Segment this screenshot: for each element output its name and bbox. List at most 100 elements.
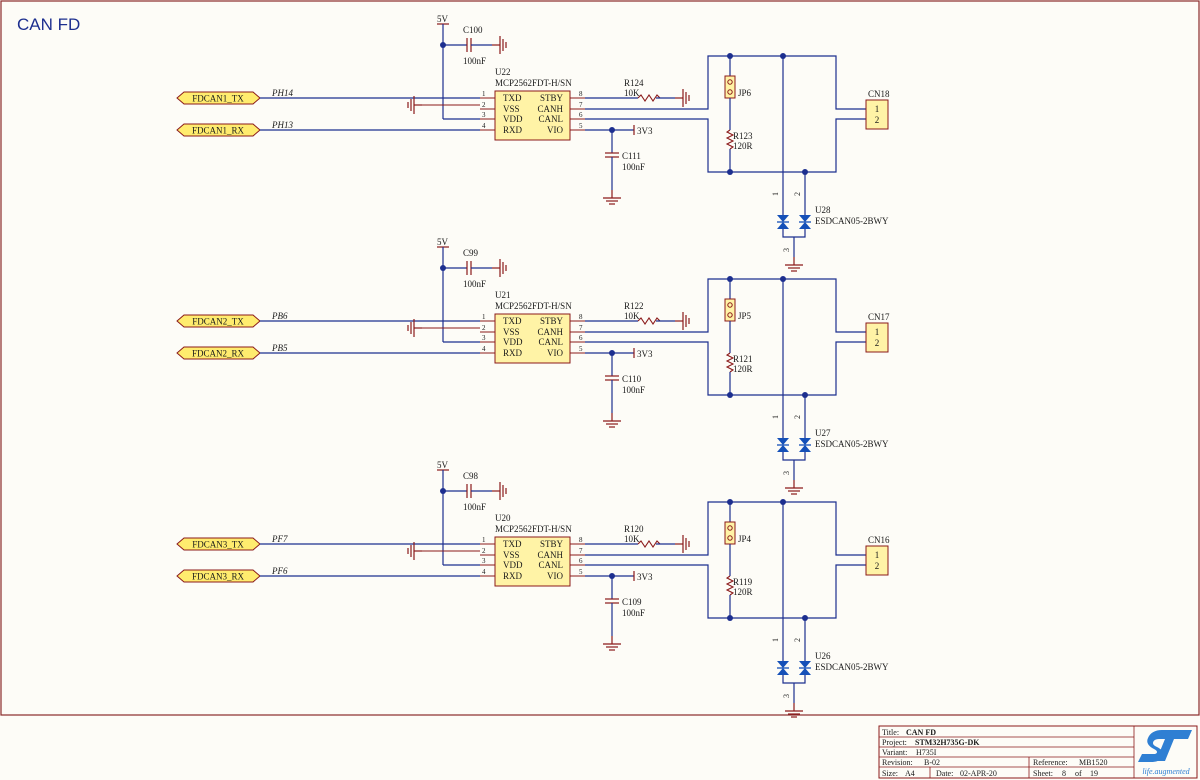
pin-number: 6: [579, 111, 583, 119]
esd-diode: [799, 438, 811, 445]
pin-name: VSS: [503, 104, 520, 114]
esd-part-number: ESDCAN05-2BWY: [815, 439, 889, 449]
cap-ref: C99: [463, 248, 479, 258]
pin-number: 5: [579, 568, 583, 576]
ic-part-number: MCP2562FDT-H/SN: [495, 524, 572, 534]
esd-pin-number: 3: [782, 248, 791, 252]
can-channel-3: 5V C98 100nF U20MCP2562FDT-H/SN 1 TXD 2 VSS 3 VDD…: [176, 460, 890, 718]
esd-pin-number: 2: [793, 192, 802, 196]
net-port-label: FDCAN2_TX: [192, 317, 244, 327]
cap-value: 100nF: [622, 608, 645, 618]
pin-name: VSS: [503, 327, 520, 337]
esd-diode: [799, 222, 811, 229]
esd-pin-number: 1: [771, 192, 780, 196]
net-name: PH14: [271, 88, 293, 98]
sheet-total: 19: [1090, 769, 1098, 778]
cap-value: 100nF: [622, 162, 645, 172]
pin-name: CANL: [539, 114, 564, 124]
connector-pin: 2: [875, 115, 880, 125]
ground-symbol: [603, 636, 621, 651]
connector-ref: CN17: [868, 312, 890, 322]
cap-ref: C98: [463, 471, 479, 481]
ground-symbol: [492, 259, 507, 277]
pin-name: STBY: [540, 539, 564, 549]
net-name: PH13: [271, 120, 293, 130]
connector-ref: CN18: [868, 89, 890, 99]
pin-number: 3: [482, 334, 486, 342]
esd-diode: [777, 668, 789, 675]
schematic-canvas: 5VC100100nFU22MCP2562FDT-H/SN1 TXD2 VSS3 VD…: [0, 0, 1200, 779]
cap-value: 100nF: [463, 279, 486, 289]
esd-diode: [777, 438, 789, 445]
ic-part-number: MCP2562FDT-H/SN: [495, 78, 572, 88]
supply-3v3-label: 3V3: [637, 572, 653, 582]
pin-number: 8: [579, 536, 583, 544]
ic-part-number: MCP2562FDT-H/SN: [495, 301, 572, 311]
revision-value: B-02: [924, 758, 940, 767]
title-label: Title:: [882, 728, 899, 737]
pin-number: 3: [482, 557, 486, 565]
esd-pin-number: 1: [771, 415, 780, 419]
revision-label: Revision:: [882, 758, 913, 767]
pin-name: RXD: [503, 348, 523, 358]
cap-ref: C111: [622, 151, 641, 161]
cap-ref: C109: [622, 597, 642, 607]
net-name: PB5: [271, 343, 288, 353]
pin-name: TXD: [503, 316, 522, 326]
net-port-label: FDCAN1_TX: [192, 94, 244, 104]
net-port: FDCAN3_TX: [176, 537, 261, 551]
esd-pin-number: 1: [771, 638, 780, 642]
project-value: STM32H735G-DK: [915, 738, 980, 747]
pin-number: 7: [579, 101, 583, 109]
net-name: PB6: [271, 311, 288, 321]
pin-number: 4: [482, 122, 486, 130]
esd-pin-number: 3: [782, 471, 791, 475]
ground-symbol: [785, 480, 803, 495]
net-port: FDCAN1_TX: [176, 91, 261, 105]
pin-number: 4: [482, 568, 486, 576]
resistor-ref: R124: [624, 78, 644, 88]
resistor-value: 10K: [624, 534, 640, 544]
variant-label: Variant:: [882, 748, 907, 757]
cap-ref: C100: [463, 25, 483, 35]
pin-name: CANL: [539, 337, 564, 347]
pin-name: VSS: [503, 550, 520, 560]
net-port-label: FDCAN2_RX: [192, 349, 245, 359]
pin-name: VDD: [503, 337, 523, 347]
esd-pin-number: 2: [793, 638, 802, 642]
pin-name: STBY: [540, 316, 564, 326]
pin-name: CANL: [539, 560, 564, 570]
esd-diode: [777, 222, 789, 229]
sheet-of-label: of: [1075, 769, 1082, 778]
resistor-ref: R122: [624, 301, 644, 311]
pin-number: 2: [482, 547, 486, 555]
cap-ref: C110: [622, 374, 642, 384]
supply-3v3-label: 3V3: [637, 349, 653, 359]
date-label: Date:: [936, 769, 953, 778]
pin-number: 2: [482, 324, 486, 332]
can-channel-1: 5V C100 100nF U22MCP2562FDT-H/SN 1 TXD 2 VSS 3 VD…: [176, 14, 890, 272]
net-port: FDCAN2_RX: [176, 346, 261, 360]
connector-pin: 2: [875, 561, 880, 571]
pin-number: 6: [579, 334, 583, 342]
jumper-ref: JP6: [738, 88, 752, 98]
esd-diode: [777, 445, 789, 452]
ground-symbol: [675, 89, 690, 107]
pin-number: 8: [579, 90, 583, 98]
jumper-ref: JP5: [738, 311, 752, 321]
supply-5v-label: 5V: [437, 460, 449, 470]
sheet-number: 8: [1062, 769, 1066, 778]
wire: [782, 452, 806, 461]
pin-name: VDD: [503, 560, 523, 570]
cap-value: 100nF: [463, 502, 486, 512]
variant-value: H735I: [916, 748, 937, 757]
net-name: PF7: [271, 534, 288, 544]
pin-name: TXD: [503, 539, 522, 549]
pin-number: 7: [579, 324, 583, 332]
ground-symbol: [407, 96, 422, 114]
ground-symbol: [407, 542, 422, 560]
esd-diode: [777, 661, 789, 668]
resistor-ref: R121: [733, 354, 753, 364]
reference-label: Reference:: [1033, 758, 1068, 767]
esd-pin-number: 3: [782, 694, 791, 698]
